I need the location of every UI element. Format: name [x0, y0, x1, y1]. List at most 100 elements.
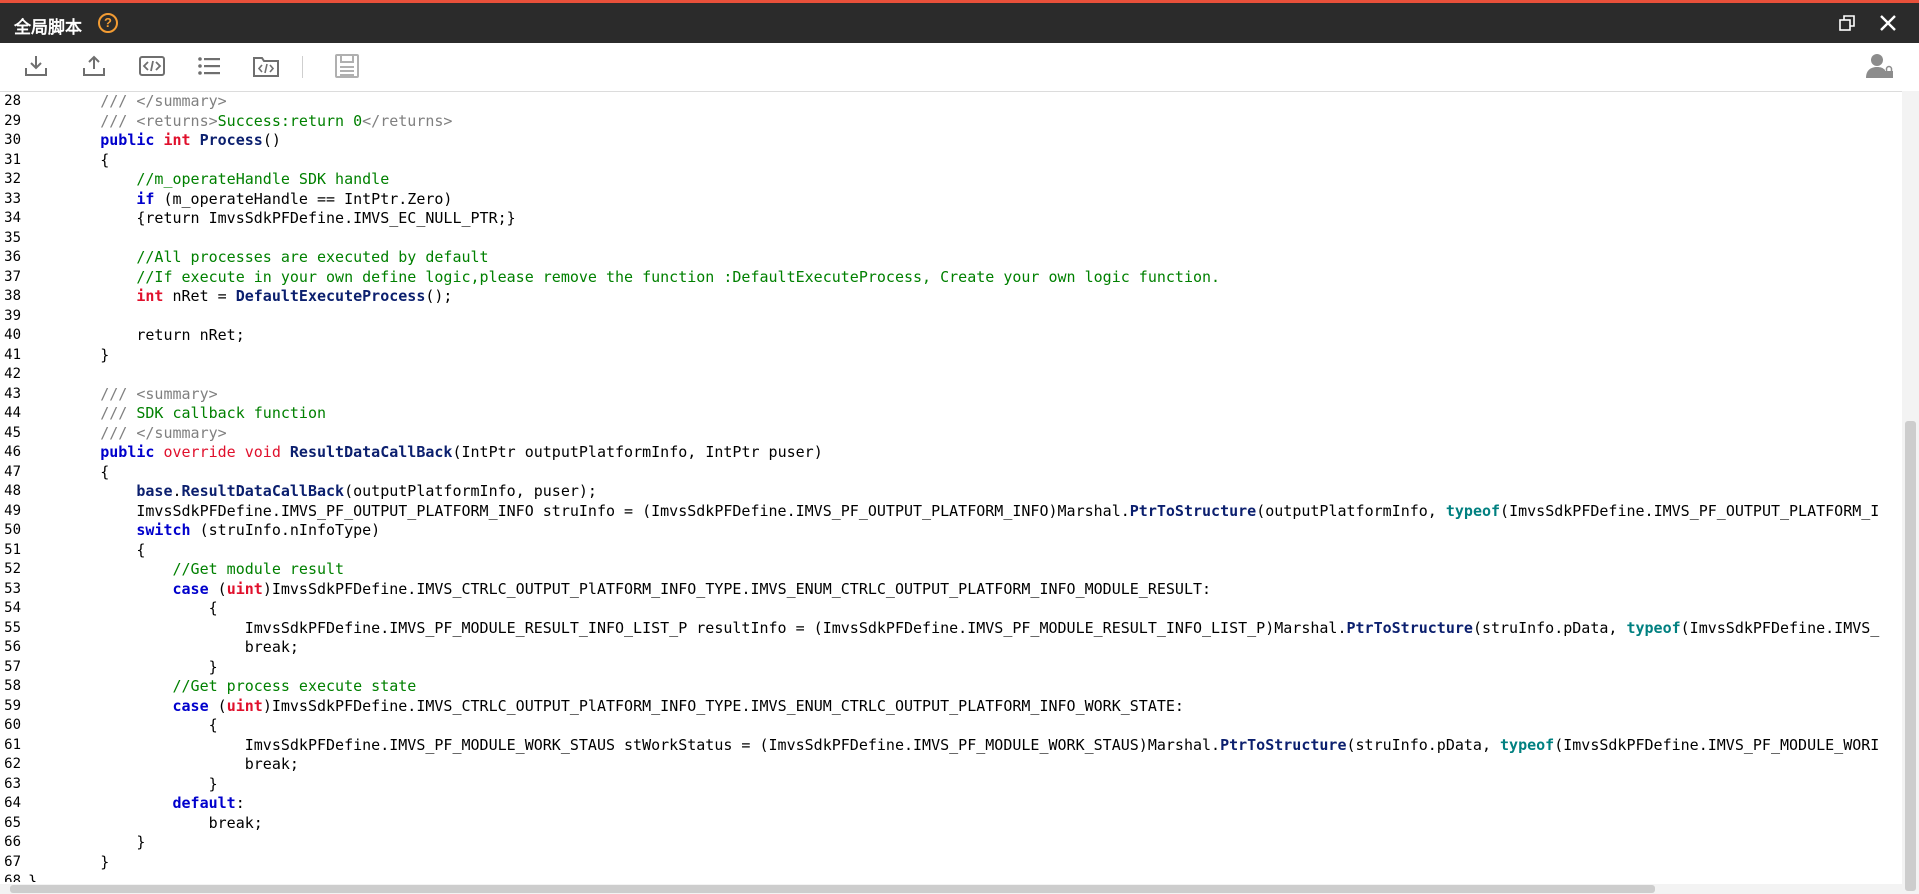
code-token: :	[235, 794, 245, 812]
save-icon[interactable]	[333, 52, 361, 80]
line-number: 61	[4, 736, 21, 753]
code-line[interactable]: 49 ImvsSdkPFDefine.IMVS_PF_OUTPUT_PLATFO…	[0, 502, 1900, 522]
code-line[interactable]: 54 {	[0, 599, 1900, 619]
code-line[interactable]: 42	[0, 365, 1900, 385]
code-line[interactable]: 62 break;	[0, 755, 1900, 775]
line-number: 51	[4, 541, 21, 558]
code-line[interactable]: 52 //Get module result	[0, 560, 1900, 580]
code-token: ();	[425, 287, 453, 305]
code-line[interactable]: 51 {	[0, 541, 1900, 561]
code-token: void	[244, 443, 281, 461]
code-token: ImvsSdkPFDefine.IMVS_PF_MODULE_RESULT_IN…	[28, 618, 1347, 637]
code-line[interactable]: 47 {	[0, 463, 1900, 483]
code-line[interactable]: 67 }	[0, 853, 1900, 873]
code-text: /// <summary>	[28, 385, 217, 405]
code-line[interactable]: 38 int nRet = DefaultExecuteProcess();	[0, 287, 1900, 307]
code-line[interactable]: 46 public override void ResultDataCallBa…	[0, 443, 1900, 463]
code-token: Process	[199, 131, 263, 149]
code-text: /// SDK callback function	[28, 404, 326, 424]
code-line[interactable]: 59 case (uint)ImvsSdkPFDefine.IMVS_CTRLC…	[0, 697, 1900, 717]
code-line[interactable]: 65 break;	[0, 814, 1900, 834]
code-line[interactable]: 53 case (uint)ImvsSdkPFDefine.IMVS_CTRLC…	[0, 580, 1900, 600]
close-icon[interactable]	[1878, 13, 1898, 33]
code-line[interactable]: 36 //All processes are executed by defau…	[0, 248, 1900, 268]
code-line[interactable]: 37 //If execute in your own define logic…	[0, 268, 1900, 288]
line-number: 35	[4, 229, 21, 246]
vertical-scroll-thumb[interactable]	[1905, 421, 1916, 891]
line-number: 42	[4, 366, 21, 382]
code-line[interactable]: 31 {	[0, 151, 1900, 171]
code-line[interactable]: 48 base.ResultDataCallBack(outputPlatfor…	[0, 482, 1900, 502]
code-line[interactable]: 68}	[0, 872, 1900, 882]
code-line[interactable]: 57 }	[0, 658, 1900, 678]
import-icon[interactable]	[22, 52, 50, 80]
line-number: 36	[4, 249, 21, 265]
line-number: 30	[4, 132, 21, 148]
code-folder-icon[interactable]	[252, 52, 280, 80]
code-line[interactable]: 29 /// <returns>Success:return 0</return…	[0, 112, 1900, 132]
code-line[interactable]: 32 //m_operateHandle SDK handle	[0, 170, 1900, 190]
question-circle-icon[interactable]: ?	[98, 13, 118, 33]
code-text: {	[28, 599, 218, 619]
code-line[interactable]: 55 ImvsSdkPFDefine.IMVS_PF_MODULE_RESULT…	[0, 619, 1900, 639]
code-line[interactable]: 44 /// SDK callback function	[0, 404, 1900, 424]
user-lock-icon[interactable]	[1864, 51, 1894, 81]
code-token: if	[136, 189, 155, 208]
code-editor[interactable]: 28 /// </summary> 29 /// <returns>Success…	[0, 92, 1900, 882]
code-line[interactable]: 50 switch (struInfo.nInfoType)	[0, 521, 1900, 541]
code-line[interactable]: 41 }	[0, 346, 1900, 366]
code-token: DefaultExecuteProcess	[235, 287, 426, 305]
line-number: 31	[4, 151, 21, 168]
code-token: (ImvsSdkPFDefine.IMVS_PF_OUTPUT_PLATFORM…	[1500, 501, 1880, 520]
restore-window-icon[interactable]	[1838, 14, 1856, 32]
code-token: //If execute in your own define logic,pl…	[28, 267, 1221, 286]
code-line[interactable]: 64 default:	[0, 794, 1900, 814]
line-number: 38	[4, 288, 21, 304]
code-line[interactable]: 34 {return ImvsSdkPFDefine.IMVS_EC_NULL_…	[0, 209, 1900, 229]
line-number: 45	[4, 424, 21, 441]
code-token: (struInfo.nInfoType)	[190, 521, 381, 539]
code-line[interactable]: 39	[0, 307, 1900, 327]
code-token: {	[28, 540, 146, 559]
horizontal-scrollbar[interactable]	[0, 884, 1902, 894]
code-text: {	[28, 541, 145, 561]
code-line[interactable]: 56 break;	[0, 638, 1900, 658]
code-token: ()	[262, 131, 281, 149]
code-token: ResultDataCallBack	[289, 443, 453, 461]
code-line[interactable]: 58 //Get process execute state	[0, 677, 1900, 697]
line-number: 34	[4, 210, 21, 226]
code-line[interactable]: 45 /// </summary>	[0, 424, 1900, 444]
export-icon[interactable]	[80, 52, 108, 80]
code-line[interactable]: 28 /// </summary>	[0, 92, 1900, 112]
code-token: //All processes are executed by default	[28, 248, 489, 266]
horizontal-scroll-thumb[interactable]	[10, 885, 1655, 893]
code-text: ImvsSdkPFDefine.IMVS_PF_MODULE_RESULT_IN…	[28, 618, 1880, 639]
code-line[interactable]: 43 /// <summary>	[0, 385, 1900, 405]
line-number: 65	[4, 814, 21, 831]
code-token: typeof	[1445, 501, 1501, 520]
line-number: 41	[4, 346, 21, 363]
code-text: return nRet;	[28, 326, 244, 346]
code-token: //Get module result	[28, 560, 345, 578]
code-token: //m_operateHandle SDK handle	[28, 170, 390, 188]
code-line[interactable]: 66 }	[0, 833, 1900, 853]
code-line[interactable]: 30 public int Process()	[0, 131, 1900, 151]
code-icon[interactable]	[138, 52, 166, 80]
line-number: 54	[4, 600, 21, 616]
list-icon[interactable]	[195, 52, 223, 80]
code-line[interactable]: 60 {	[0, 716, 1900, 736]
code-line[interactable]: 61 ImvsSdkPFDefine.IMVS_PF_MODULE_WORK_S…	[0, 736, 1900, 756]
code-token: )ImvsSdkPFDefine.IMVS_CTRLC_OUTPUT_PlATF…	[262, 696, 1184, 715]
line-number: 39	[4, 307, 21, 324]
vertical-scrollbar[interactable]	[1902, 91, 1919, 894]
code-line[interactable]: 40 return nRet;	[0, 326, 1900, 346]
code-line[interactable]: 63 }	[0, 775, 1900, 795]
code-token: </returns>	[362, 111, 453, 130]
line-number: 44	[4, 405, 21, 421]
code-line[interactable]: 33 if (m_operateHandle == IntPtr.Zero)	[0, 190, 1900, 210]
code-line[interactable]: 35	[0, 229, 1900, 249]
